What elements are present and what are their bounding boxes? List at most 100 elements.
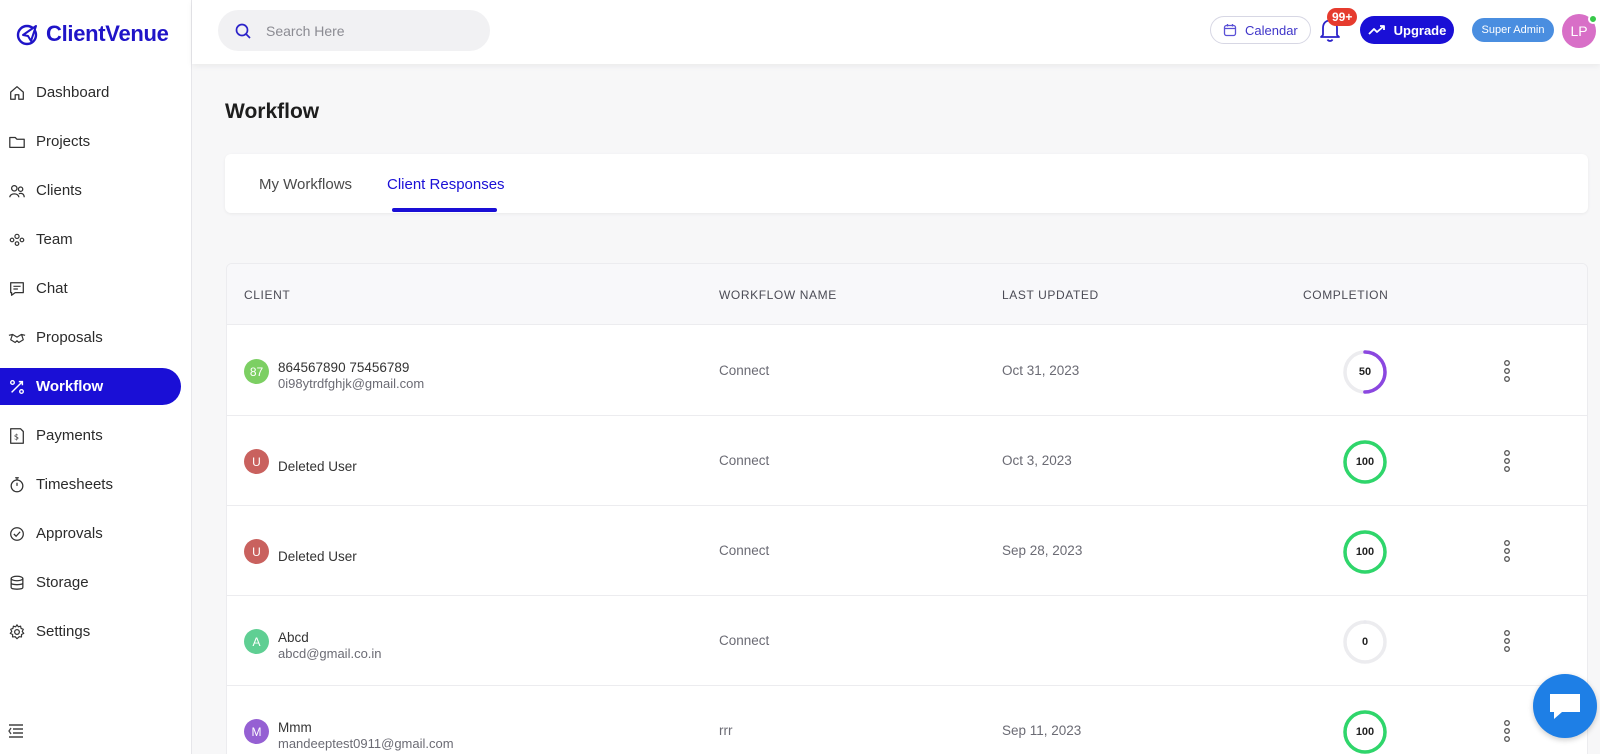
completion-value: 100 <box>1355 726 1375 738</box>
table-row[interactable]: U Deleted User Connect Oct 3, 2023 100 <box>227 416 1587 506</box>
tabs-bar: My Workflows Client Responses <box>225 154 1588 213</box>
completion-ring: 100 <box>1341 528 1389 576</box>
client-avatar: M <box>244 719 269 744</box>
last-updated: Oct 3, 2023 <box>1002 453 1072 468</box>
table-row[interactable]: U Deleted User Connect Sep 28, 2023 100 <box>227 506 1587 596</box>
handshake-icon <box>8 333 26 343</box>
column-header-workflow-name: WORKFLOW NAME <box>719 288 837 302</box>
sidebar-nav: Dashboard Projects Clients Team Chat Pro… <box>0 74 192 662</box>
client-email: abcd@gmail.co.in <box>278 646 382 661</box>
sidebar-item-label: Workflow <box>36 378 104 395</box>
table-header: CLIENT WORKFLOW NAME LAST UPDATED COMPLE… <box>227 264 1587 325</box>
online-status-dot <box>1588 14 1598 24</box>
sidebar-item-settings[interactable]: Settings <box>0 613 181 650</box>
table-row[interactable]: 87 864567890 75456789 0i98ytrdfghjk@gmail.… <box>227 326 1587 416</box>
sidebar-item-clients[interactable]: Clients <box>0 172 181 209</box>
responses-table: CLIENT WORKFLOW NAME LAST UPDATED COMPLE… <box>226 263 1588 754</box>
last-updated: Sep 11, 2023 <box>1002 723 1082 738</box>
notification-count-badge: 99+ <box>1327 8 1358 26</box>
completion-value: 50 <box>1358 366 1372 378</box>
calendar-button[interactable]: Calendar <box>1210 16 1311 44</box>
client-avatar: U <box>244 539 269 564</box>
sidebar-item-label: Approvals <box>36 525 103 542</box>
sidebar-item-team[interactable]: Team <box>0 221 181 258</box>
sidebar-item-storage[interactable]: Storage <box>0 564 181 601</box>
table-row[interactable]: M Mmm mandeeptest0911@gmail.com rrr Sep 11, … <box>227 686 1587 754</box>
stopwatch-icon <box>10 476 24 492</box>
active-tab-indicator <box>392 208 497 212</box>
workflow-name: Connect <box>719 633 770 648</box>
top-bar: Calendar 99+ Upgrade Super Admin LP <box>192 0 1600 64</box>
calendar-label: Calendar <box>1245 22 1298 38</box>
workflow-name: rrr <box>719 723 733 738</box>
last-updated: Oct 31, 2023 <box>1002 363 1080 378</box>
svg-text:$: $ <box>14 431 19 441</box>
role-badge: Super Admin <box>1472 18 1554 42</box>
gear-icon <box>9 623 25 639</box>
client-name: Abcd <box>278 630 309 645</box>
sidebar-item-label: Chat <box>36 280 68 297</box>
sidebar-item-label: Timesheets <box>36 476 113 493</box>
users-icon <box>9 184 25 197</box>
brand-logo[interactable]: ClientVenue <box>14 20 169 48</box>
sidebar-item-label: Payments <box>36 427 103 444</box>
sidebar-item-chat[interactable]: Chat <box>0 270 181 307</box>
search-icon <box>235 23 251 39</box>
sidebar-item-label: Projects <box>36 133 91 150</box>
sidebar-item-label: Settings <box>36 623 91 640</box>
upgrade-button[interactable]: Upgrade <box>1360 16 1454 44</box>
tab-client-responses[interactable]: Client Responses <box>387 176 505 193</box>
sidebar-item-dashboard[interactable]: Dashboard <box>0 74 181 111</box>
completion-value: 100 <box>1355 546 1375 558</box>
sidebar-item-proposals[interactable]: Proposals <box>0 319 181 356</box>
workflow-name: Connect <box>719 363 770 378</box>
sidebar-item-workflow[interactable]: Workflow <box>0 368 181 405</box>
chat-bubble-icon <box>1550 694 1580 719</box>
page-title: Workflow <box>225 100 320 123</box>
client-name: Deleted User <box>278 459 357 474</box>
sidebar-item-label: Clients <box>36 182 82 199</box>
sidebar-item-projects[interactable]: Projects <box>0 123 181 160</box>
brand-name: ClientVenue <box>46 21 169 46</box>
sidebar-item-approvals[interactable]: Approvals <box>0 515 181 552</box>
workflow-name: Connect <box>719 543 770 558</box>
team-icon <box>9 233 25 246</box>
sidebar-item-label: Proposals <box>36 329 103 346</box>
completion-value: 100 <box>1355 456 1375 468</box>
more-options-icon[interactable] <box>1501 629 1513 653</box>
completion-ring: 100 <box>1341 708 1389 754</box>
upgrade-label: Upgrade <box>1393 22 1447 38</box>
workflow-name: Connect <box>719 453 770 468</box>
support-chat-button[interactable] <box>1533 674 1597 738</box>
sidebar-item-label: Dashboard <box>36 84 110 101</box>
more-options-icon[interactable] <box>1501 359 1513 383</box>
client-name: 864567890 75456789 <box>278 360 410 375</box>
sidebar-item-payments[interactable]: $ Payments <box>0 417 181 454</box>
column-header-completion: COMPLETION <box>1303 288 1389 302</box>
more-options-icon[interactable] <box>1501 449 1513 473</box>
completion-value: 0 <box>1361 636 1369 648</box>
table-row[interactable]: A Abcd abcd@gmail.co.in Connect 0 <box>227 596 1587 686</box>
tab-my-workflows[interactable]: My Workflows <box>259 176 352 193</box>
home-icon <box>10 85 24 100</box>
folder-icon <box>9 136 25 148</box>
chat-icon <box>10 281 24 296</box>
collapse-sidebar-icon[interactable] <box>7 722 25 740</box>
column-header-client: CLIENT <box>244 288 291 302</box>
sidebar-item-timesheets[interactable]: Timesheets <box>0 466 181 503</box>
database-icon <box>10 575 24 590</box>
brand-logo-icon <box>16 24 38 46</box>
more-options-icon[interactable] <box>1501 539 1513 563</box>
completion-ring: 100 <box>1341 438 1389 486</box>
completion-ring: 0 <box>1341 618 1389 666</box>
client-name: Mmm <box>278 720 312 735</box>
search-input[interactable] <box>266 22 466 39</box>
workflow-icon <box>10 379 24 394</box>
sidebar-item-label: Team <box>36 231 73 248</box>
client-avatar: U <box>244 449 269 474</box>
calendar-icon <box>1223 24 1237 37</box>
client-email: mandeeptest0911@gmail.com <box>278 736 454 751</box>
more-options-icon[interactable] <box>1501 719 1513 743</box>
client-name: Deleted User <box>278 549 357 564</box>
search-box[interactable] <box>218 10 490 51</box>
